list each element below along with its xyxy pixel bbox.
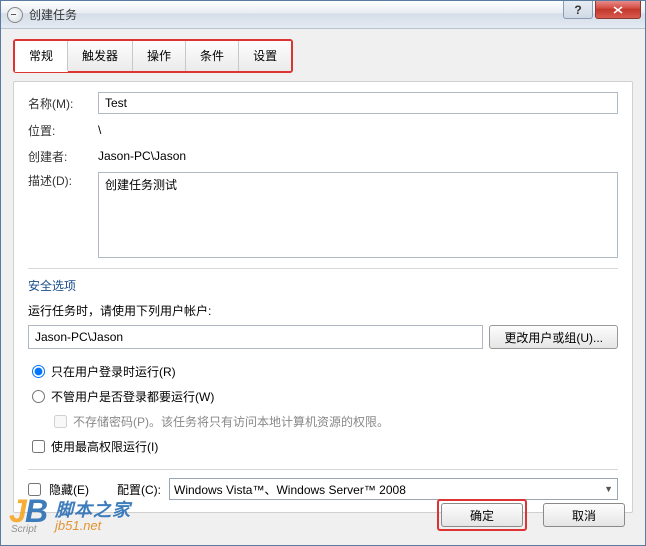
configure-combo[interactable]: Windows Vista™、Windows Server™ 2008 ▼ [169,478,618,500]
ok-button[interactable]: 确定 [441,503,523,527]
creator-label: 创建者: [28,148,98,165]
close-button[interactable] [595,1,641,19]
radio-row-logged-on[interactable]: 只在用户登录时运行(R) [28,359,618,384]
no-store-pw-label: 不存储密码(P)。该任务将只有访问本地计算机资源的权限。 [73,413,389,430]
creator-value: Jason-PC\Jason [98,146,186,166]
dialog-buttons: 确定 取消 [437,499,625,531]
highest-priv-label: 使用最高权限运行(I) [51,438,158,455]
configure-value: Windows Vista™、Windows Server™ 2008 [174,481,406,498]
general-panel: 名称(M): 位置: \ 创建者: Jason-PC\Jason 描述(D): … [13,81,633,513]
checkbox-no-store-pw [54,415,67,428]
account-input[interactable] [28,325,483,349]
radio-any-login[interactable] [32,390,45,403]
dialog-content: 常规 触发器 操作 条件 设置 名称(M): 位置: \ 创建者: Jason-… [1,29,645,525]
radio-logged-on-label: 只在用户登录时运行(R) [51,363,176,380]
chevron-down-icon: ▼ [604,484,613,494]
location-value: \ [98,120,101,140]
window-title: 创建任务 [29,6,639,23]
radio-row-any-login[interactable]: 不管用户是否登录都要运行(W) [28,384,618,409]
help-button[interactable]: ? [563,1,593,19]
checkbox-highest-priv[interactable] [32,440,45,453]
divider [28,268,618,269]
watermark-url: jb51.net [55,519,131,532]
change-user-button[interactable]: 更改用户或组(U)... [489,325,618,349]
tab-strip: 常规 触发器 操作 条件 设置 [13,39,293,73]
divider-bottom [28,469,618,470]
tab-settings[interactable]: 设置 [239,41,291,71]
close-icon [613,6,623,14]
watermark-text: 脚本之家 jb51.net [55,501,131,532]
check-row-no-store-pw: 不存储密码(P)。该任务将只有访问本地计算机资源的权限。 [50,409,618,434]
radio-logged-on[interactable] [32,365,45,378]
titlebar: 创建任务 ? [1,1,645,29]
check-row-highest-priv[interactable]: 使用最高权限运行(I) [28,434,618,459]
row-name: 名称(M): [28,92,618,114]
description-input[interactable] [98,172,618,258]
row-creator: 创建者: Jason-PC\Jason [28,146,618,166]
description-label: 描述(D): [28,172,98,189]
row-account: 更改用户或组(U)... [28,325,618,349]
row-location: 位置: \ [28,120,618,140]
security-title: 安全选项 [28,277,618,294]
tab-actions[interactable]: 操作 [133,41,186,71]
cancel-button[interactable]: 取消 [543,503,625,527]
clock-icon [7,7,23,23]
run-as-label: 运行任务时，请使用下列用户帐户: [28,302,618,319]
watermark: JB 脚本之家 jb51.net Script [7,495,131,537]
window-controls: ? [563,1,641,19]
location-label: 位置: [28,122,98,139]
watermark-cn: 脚本之家 [55,501,131,519]
tab-general[interactable]: 常规 [15,41,68,72]
row-description: 描述(D): [28,172,618,258]
name-input[interactable] [98,92,618,114]
watermark-script: Script [11,524,37,535]
tab-conditions[interactable]: 条件 [186,41,239,71]
radio-any-login-label: 不管用户是否登录都要运行(W) [51,388,214,405]
tab-triggers[interactable]: 触发器 [68,41,133,71]
ok-highlight: 确定 [437,499,527,531]
dialog-window: 创建任务 ? 常规 触发器 操作 条件 设置 名称(M): 位置: \ [0,0,646,546]
name-label: 名称(M): [28,95,98,112]
